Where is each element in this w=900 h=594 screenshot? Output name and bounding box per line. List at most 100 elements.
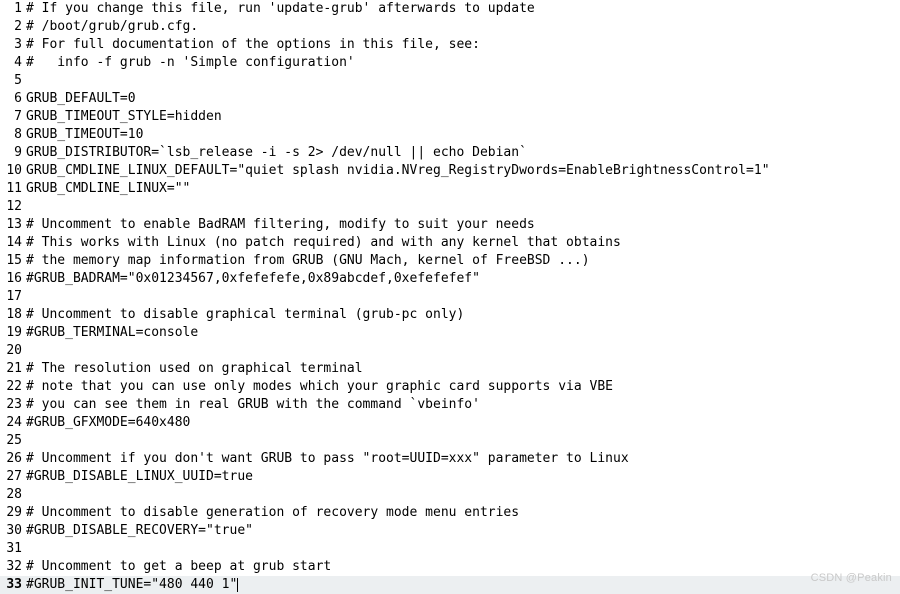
code-line[interactable]: 30#GRUB_DISABLE_RECOVERY="true"	[0, 522, 900, 540]
line-number: 7	[0, 108, 26, 126]
line-number: 2	[0, 18, 26, 36]
line-number: 18	[0, 306, 26, 324]
code-text[interactable]: # you can see them in real GRUB with the…	[26, 396, 900, 414]
text-cursor	[237, 578, 238, 592]
line-number: 20	[0, 342, 26, 360]
line-number: 31	[0, 540, 26, 558]
code-text[interactable]	[26, 432, 900, 450]
line-number: 24	[0, 414, 26, 432]
code-line[interactable]: 13# Uncomment to enable BadRAM filtering…	[0, 216, 900, 234]
code-line[interactable]: 25	[0, 432, 900, 450]
line-number: 11	[0, 180, 26, 198]
line-number: 3	[0, 36, 26, 54]
code-line[interactable]: 24#GRUB_GFXMODE=640x480	[0, 414, 900, 432]
code-text[interactable]: # Uncomment to disable generation of rec…	[26, 504, 900, 522]
line-number: 8	[0, 126, 26, 144]
line-number: 14	[0, 234, 26, 252]
code-line[interactable]: 1# If you change this file, run 'update-…	[0, 0, 900, 18]
code-text[interactable]: # /boot/grub/grub.cfg.	[26, 18, 900, 36]
line-number: 15	[0, 252, 26, 270]
code-text[interactable]: # note that you can use only modes which…	[26, 378, 900, 396]
code-editor[interactable]: 1# If you change this file, run 'update-…	[0, 0, 900, 594]
line-number: 4	[0, 54, 26, 72]
code-line[interactable]: 17	[0, 288, 900, 306]
code-text[interactable]: #GRUB_GFXMODE=640x480	[26, 414, 900, 432]
code-text[interactable]: GRUB_TIMEOUT_STYLE=hidden	[26, 108, 900, 126]
code-text[interactable]: # If you change this file, run 'update-g…	[26, 0, 900, 18]
code-line[interactable]: 33#GRUB_INIT_TUNE="480 440 1"	[0, 576, 900, 594]
line-number: 19	[0, 324, 26, 342]
code-line[interactable]: 26# Uncomment if you don't want GRUB to …	[0, 450, 900, 468]
code-line[interactable]: 16#GRUB_BADRAM="0x01234567,0xfefefefe,0x…	[0, 270, 900, 288]
line-number: 30	[0, 522, 26, 540]
code-text[interactable]: GRUB_CMDLINE_LINUX_DEFAULT="quiet splash…	[26, 162, 900, 180]
code-line[interactable]: 4# info -f grub -n 'Simple configuration…	[0, 54, 900, 72]
code-text[interactable]: # This works with Linux (no patch requir…	[26, 234, 900, 252]
code-line[interactable]: 22# note that you can use only modes whi…	[0, 378, 900, 396]
code-line[interactable]: 14# This works with Linux (no patch requ…	[0, 234, 900, 252]
line-number: 6	[0, 90, 26, 108]
line-number: 1	[0, 0, 26, 18]
code-text[interactable]	[26, 342, 900, 360]
line-number: 23	[0, 396, 26, 414]
code-text[interactable]: # Uncomment to disable graphical termina…	[26, 306, 900, 324]
code-text[interactable]: #GRUB_BADRAM="0x01234567,0xfefefefe,0x89…	[26, 270, 900, 288]
code-text[interactable]: # The resolution used on graphical termi…	[26, 360, 900, 378]
line-number: 5	[0, 72, 26, 90]
code-line[interactable]: 15# the memory map information from GRUB…	[0, 252, 900, 270]
line-number: 28	[0, 486, 26, 504]
code-text[interactable]: # Uncomment if you don't want GRUB to pa…	[26, 450, 900, 468]
code-text[interactable]	[26, 288, 900, 306]
code-line[interactable]: 3# For full documentation of the options…	[0, 36, 900, 54]
line-number: 26	[0, 450, 26, 468]
code-line[interactable]: 21# The resolution used on graphical ter…	[0, 360, 900, 378]
code-line[interactable]: 29# Uncomment to disable generation of r…	[0, 504, 900, 522]
line-number: 9	[0, 144, 26, 162]
line-number: 22	[0, 378, 26, 396]
code-text[interactable]	[26, 198, 900, 216]
code-text[interactable]: #GRUB_INIT_TUNE="480 440 1"	[26, 576, 900, 594]
code-line[interactable]: 11GRUB_CMDLINE_LINUX=""	[0, 180, 900, 198]
code-line[interactable]: 18# Uncomment to disable graphical termi…	[0, 306, 900, 324]
line-number: 16	[0, 270, 26, 288]
line-number: 25	[0, 432, 26, 450]
code-line[interactable]: 31	[0, 540, 900, 558]
code-text[interactable]: # Uncomment to get a beep at grub start	[26, 558, 900, 576]
code-text[interactable]: GRUB_CMDLINE_LINUX=""	[26, 180, 900, 198]
code-text[interactable]	[26, 540, 900, 558]
code-line[interactable]: 5	[0, 72, 900, 90]
code-line[interactable]: 12	[0, 198, 900, 216]
code-line[interactable]: 7GRUB_TIMEOUT_STYLE=hidden	[0, 108, 900, 126]
code-text[interactable]	[26, 486, 900, 504]
watermark: CSDN @Peakin	[811, 569, 892, 587]
line-number: 10	[0, 162, 26, 180]
code-text[interactable]: # the memory map information from GRUB (…	[26, 252, 900, 270]
line-number: 29	[0, 504, 26, 522]
code-line[interactable]: 6GRUB_DEFAULT=0	[0, 90, 900, 108]
code-text[interactable]: #GRUB_DISABLE_RECOVERY="true"	[26, 522, 900, 540]
code-line[interactable]: 9GRUB_DISTRIBUTOR=`lsb_release -i -s 2> …	[0, 144, 900, 162]
line-number: 27	[0, 468, 26, 486]
code-line[interactable]: 19#GRUB_TERMINAL=console	[0, 324, 900, 342]
code-line[interactable]: 32# Uncomment to get a beep at grub star…	[0, 558, 900, 576]
code-text[interactable]: GRUB_DEFAULT=0	[26, 90, 900, 108]
line-number: 12	[0, 198, 26, 216]
code-text[interactable]: # info -f grub -n 'Simple configuration'	[26, 54, 900, 72]
line-number: 13	[0, 216, 26, 234]
line-number: 32	[0, 558, 26, 576]
code-line[interactable]: 28	[0, 486, 900, 504]
code-line[interactable]: 10GRUB_CMDLINE_LINUX_DEFAULT="quiet spla…	[0, 162, 900, 180]
code-text[interactable]	[26, 72, 900, 90]
code-text[interactable]: GRUB_TIMEOUT=10	[26, 126, 900, 144]
code-text[interactable]: # Uncomment to enable BadRAM filtering, …	[26, 216, 900, 234]
code-text[interactable]: # For full documentation of the options …	[26, 36, 900, 54]
code-line[interactable]: 20	[0, 342, 900, 360]
code-text[interactable]: GRUB_DISTRIBUTOR=`lsb_release -i -s 2> /…	[26, 144, 900, 162]
code-line[interactable]: 27#GRUB_DISABLE_LINUX_UUID=true	[0, 468, 900, 486]
code-text[interactable]: #GRUB_DISABLE_LINUX_UUID=true	[26, 468, 900, 486]
line-number: 21	[0, 360, 26, 378]
code-line[interactable]: 8GRUB_TIMEOUT=10	[0, 126, 900, 144]
code-line[interactable]: 2# /boot/grub/grub.cfg.	[0, 18, 900, 36]
code-text[interactable]: #GRUB_TERMINAL=console	[26, 324, 900, 342]
code-line[interactable]: 23# you can see them in real GRUB with t…	[0, 396, 900, 414]
